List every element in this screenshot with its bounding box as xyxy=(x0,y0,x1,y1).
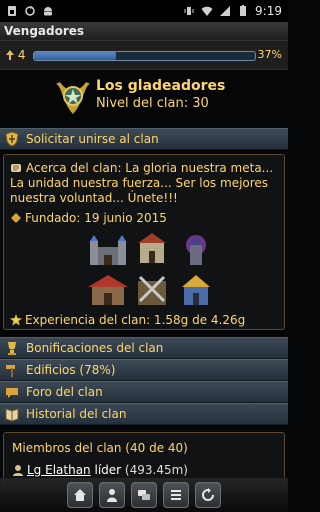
clock: 9:19 xyxy=(255,4,282,18)
sync-icon xyxy=(25,6,35,16)
profile-icon xyxy=(107,489,117,502)
player-level: 4 xyxy=(6,48,25,62)
player-level-value: 4 xyxy=(17,48,26,62)
android-icon xyxy=(44,7,52,16)
clan-about-text: Acerca del clan: La gloria nuestra meta.… xyxy=(10,161,274,205)
wifi-icon xyxy=(201,6,213,16)
building-armory-icon xyxy=(138,275,166,305)
vibrate-icon xyxy=(184,7,194,15)
clan-forum-button[interactable]: Foro del clan xyxy=(0,381,288,403)
request-join-button[interactable]: Solicitar unirse al clan xyxy=(0,128,288,150)
clan-experience: Experiencia del clan: 1.58g de 4.26g xyxy=(10,313,245,327)
clan-history-button[interactable]: Historial del clan xyxy=(0,403,288,425)
page-title: Vengadores xyxy=(0,22,288,40)
clan-name: Los gladeadores xyxy=(96,78,226,94)
member-name-link[interactable]: Lg Elathan xyxy=(27,463,91,477)
home-icon xyxy=(74,489,86,501)
sim-icon xyxy=(8,6,16,16)
clan-about: Acerca del clan: La gloria nuestra meta.… xyxy=(10,161,282,206)
chat-button[interactable] xyxy=(131,482,157,508)
xp-progress-bar xyxy=(33,51,256,61)
player-level-row: 4 37% xyxy=(0,40,288,70)
bottom-nav xyxy=(0,478,288,512)
clan-header: Los gladeadores Nivel del clan: 30 xyxy=(0,70,288,124)
clan-forum-label: Foro del clan xyxy=(26,385,103,399)
clan-level: Nivel del clan: 30 xyxy=(96,96,209,111)
building-barracks-icon xyxy=(90,235,126,265)
clan-experience-text: Experiencia del clan: 1.58g de 4.26g xyxy=(25,313,246,327)
list-item[interactable]: Lg Elathan líder (493.45m) xyxy=(12,463,188,477)
member-avatar-icon xyxy=(13,465,23,476)
signal-icon xyxy=(220,6,231,16)
chat-icon xyxy=(138,490,150,500)
building-temple-icon xyxy=(182,275,210,305)
refresh-button[interactable] xyxy=(195,482,221,508)
building-tower-icon xyxy=(186,235,206,265)
founded-icon xyxy=(11,213,21,223)
clan-bonuses-button[interactable]: Bonificaciones del clan xyxy=(0,337,288,359)
star-icon xyxy=(10,314,22,326)
book-icon xyxy=(5,408,19,422)
shield-icon xyxy=(5,131,19,147)
building-church-icon xyxy=(138,233,166,263)
request-join-label: Solicitar unirse al clan xyxy=(26,132,159,146)
profile-button[interactable] xyxy=(99,482,125,508)
member-role: líder xyxy=(94,463,122,477)
xp-progress-label: 37% xyxy=(257,48,282,61)
clan-buildings-button[interactable]: Edificios (78%) xyxy=(0,359,288,381)
list-button[interactable] xyxy=(163,482,189,508)
home-button[interactable] xyxy=(67,482,93,508)
clan-founded: Fundado: 19 junio 2015 xyxy=(10,211,167,225)
clan-buildings-label: Edificios (78%) xyxy=(26,363,116,377)
level-arrow-icon xyxy=(6,50,14,60)
clan-emblem-icon xyxy=(56,82,90,114)
xp-progress-fill xyxy=(34,52,116,60)
trophy-icon xyxy=(8,342,16,355)
scroll-icon xyxy=(11,164,21,172)
clan-bonuses-label: Bonificaciones del clan xyxy=(26,341,164,355)
battery-icon xyxy=(240,5,247,16)
building-hall-icon xyxy=(88,275,128,305)
clan-buildings-illustration xyxy=(80,229,220,309)
clan-history-label: Historial del clan xyxy=(26,407,127,421)
status-bar: 9:19 xyxy=(0,0,288,22)
member-power: (493.45m) xyxy=(124,463,188,477)
members-title: Miembros del clan (40 de 40) xyxy=(12,441,188,455)
forum-icon xyxy=(6,388,18,398)
clan-info-panel: Acerca del clan: La gloria nuestra meta.… xyxy=(3,154,285,330)
list-icon xyxy=(171,490,181,500)
clan-founded-text: Fundado: 19 junio 2015 xyxy=(25,211,167,225)
refresh-icon xyxy=(202,488,214,501)
hammer-icon xyxy=(6,365,15,377)
